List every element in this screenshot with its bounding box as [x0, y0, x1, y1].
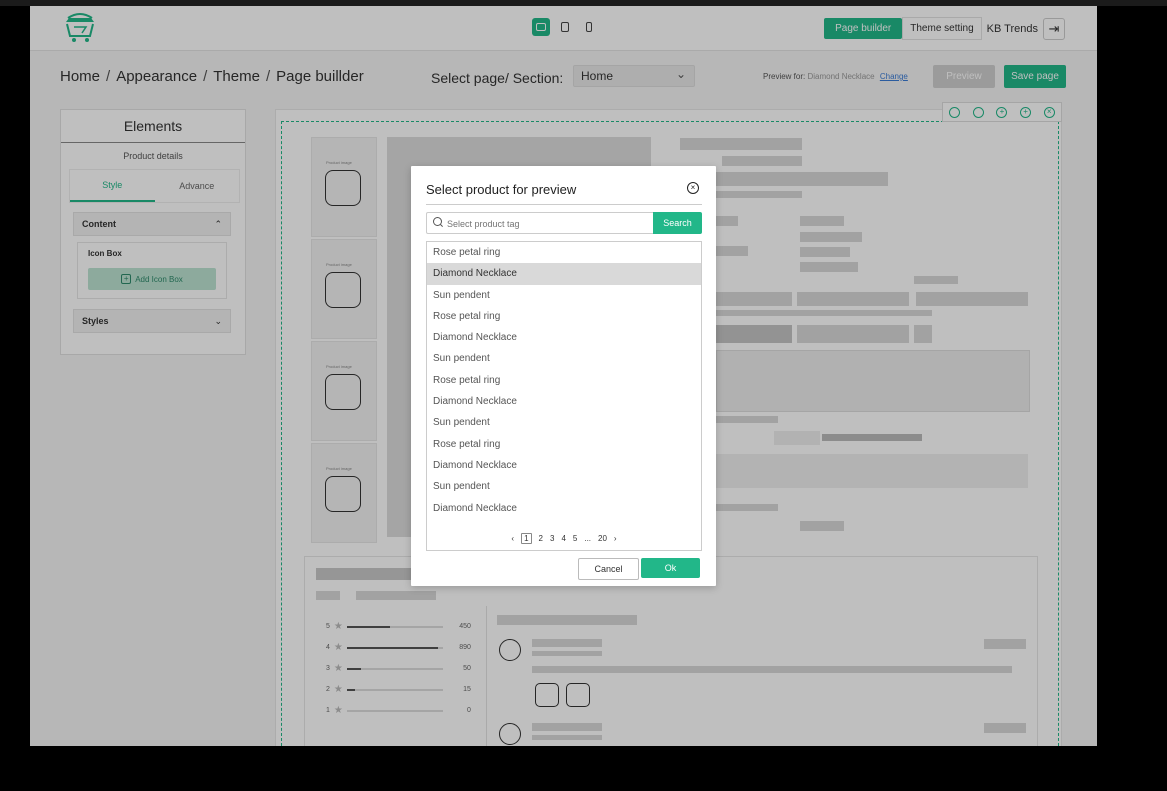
list-item[interactable]: Rose petal ring	[427, 242, 701, 263]
product-list: Rose petal ring Diamond Necklace Sun pen…	[426, 241, 702, 551]
prev-page-icon[interactable]: ‹	[511, 534, 514, 543]
pagination: ‹ 1 2 3 4 5 ... 20 ›	[427, 533, 701, 544]
list-item[interactable]: Sun pendent	[427, 476, 701, 497]
modal-title: Select product for preview	[426, 182, 577, 197]
list-item[interactable]: Rose petal ring	[427, 306, 701, 327]
page-5[interactable]: 5	[573, 534, 577, 543]
list-item[interactable]: Rose petal ring	[427, 434, 701, 455]
search-icon	[433, 217, 442, 226]
page-2[interactable]: 2	[539, 534, 543, 543]
divider	[426, 204, 702, 205]
page-3[interactable]: 3	[550, 534, 554, 543]
select-product-modal: Select product for preview × Search Rose…	[411, 166, 716, 586]
cancel-button[interactable]: Cancel	[578, 558, 639, 580]
list-item[interactable]: Sun pendent	[427, 412, 701, 433]
list-item[interactable]: Sun pendent	[427, 348, 701, 369]
search-input[interactable]	[445, 215, 649, 233]
page-ellipsis: ...	[584, 534, 592, 543]
close-icon[interactable]: ×	[687, 182, 699, 194]
next-page-icon[interactable]: ›	[614, 534, 617, 543]
page-20[interactable]: 20	[598, 534, 607, 543]
page-1[interactable]: 1	[521, 533, 532, 544]
list-item[interactable]: Diamond Necklace	[427, 327, 701, 348]
page-4[interactable]: 4	[561, 534, 565, 543]
list-item-selected[interactable]: Diamond Necklace	[427, 263, 701, 285]
search-button[interactable]: Search	[653, 212, 702, 234]
ok-button[interactable]: Ok	[641, 558, 700, 578]
list-item[interactable]: Diamond Necklace	[427, 391, 701, 412]
list-item[interactable]: Diamond Necklace	[427, 498, 701, 519]
list-item[interactable]: Diamond Necklace	[427, 455, 701, 476]
product-search	[426, 212, 654, 234]
list-item[interactable]: Sun pendent	[427, 285, 701, 306]
list-item[interactable]: Rose petal ring	[427, 370, 701, 391]
